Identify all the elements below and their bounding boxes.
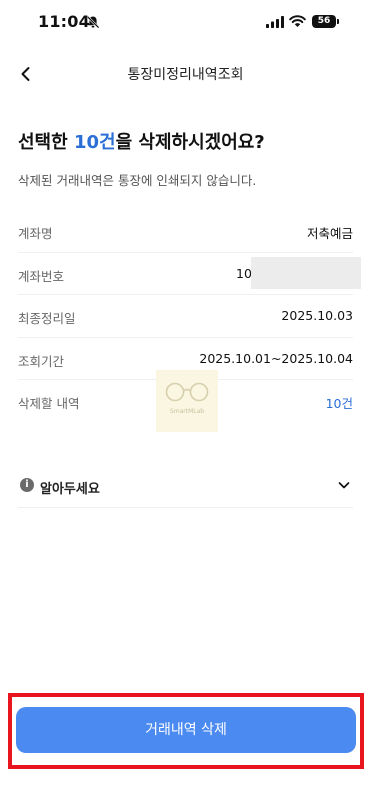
notice-label: 알아두세요	[40, 482, 100, 497]
info-label: 삭제할 내역	[18, 396, 80, 411]
delete-transactions-button[interactable]: 거래내역 삭제	[16, 707, 356, 753]
headline-suffix: 을 삭제하시겠어요?	[115, 132, 265, 153]
info-row-account-number: 계좌번호 10	[18, 253, 361, 295]
headline-prefix: 선택한	[18, 132, 74, 153]
glasses-icon	[165, 382, 209, 402]
watermark-text: SmartMLab	[169, 408, 205, 415]
account-number-mask	[251, 256, 361, 289]
delete-notice-text: 삭제된 거래내역은 통장에 인쇄되지 않습니다.	[18, 173, 257, 188]
selected-count: 10건	[73, 132, 116, 153]
bell-muted-icon	[86, 15, 100, 29]
info-row-account-name: 계좌명 저축예금	[18, 210, 353, 253]
nav-bar: 통장미정리내역조회	[0, 52, 371, 96]
info-value: 2025.10.03	[281, 308, 353, 323]
info-label: 계좌명	[18, 226, 53, 241]
info-value: 2025.10.01~2025.10.04	[199, 350, 353, 366]
cellular-signal-icon	[266, 16, 284, 28]
info-value: 저축예금	[306, 226, 353, 241]
info-label: 계좌번호	[18, 268, 65, 284]
info-label: 최종정리일	[18, 311, 76, 326]
notice-accordion[interactable]: i 알아두세요	[18, 468, 353, 508]
info-icon: i	[20, 478, 34, 492]
wifi-icon	[289, 15, 306, 27]
confirm-headline: 선택한 10건을 삭제하시겠어요?	[18, 128, 265, 154]
account-number-value: 10	[236, 265, 252, 281]
battery-indicator: 56	[312, 15, 336, 28]
info-row-last-sync-date: 최종정리일 2025.10.03	[18, 295, 353, 338]
battery-tip	[337, 19, 339, 24]
info-value: 10건	[325, 396, 353, 411]
back-arrow-icon[interactable]	[14, 62, 38, 86]
page-title: 통장미정리내역조회	[127, 67, 244, 83]
watermark-logo: SmartMLab	[156, 370, 218, 432]
info-label: 조회기간	[18, 353, 65, 369]
status-time: 11:04	[38, 12, 90, 31]
status-bar: 11:04 56	[0, 0, 371, 46]
chevron-down-icon[interactable]	[337, 478, 351, 492]
